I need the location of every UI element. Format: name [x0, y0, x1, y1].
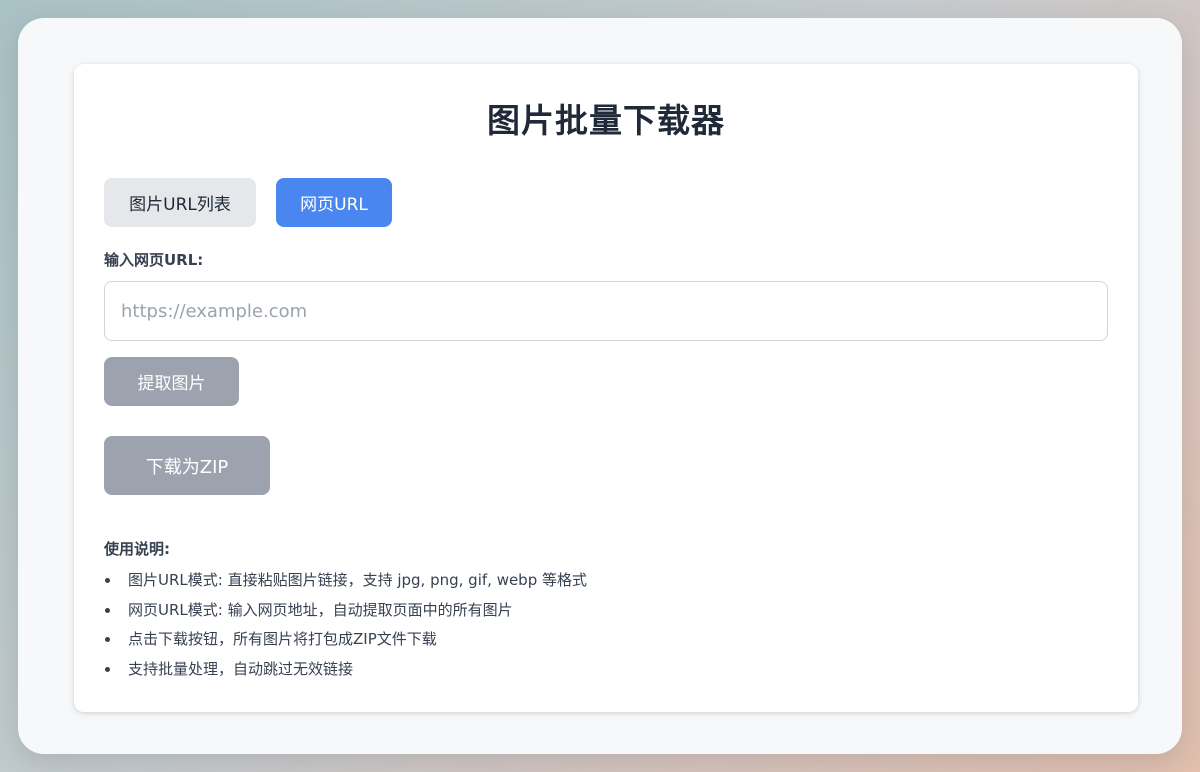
list-item: 图片URL模式: 直接粘贴图片链接，支持 jpg, png, gif, webp… — [104, 568, 587, 598]
main-card: 图片批量下载器 图片URL列表 网页URL 输入网页URL: 提取图片 下载为Z… — [74, 64, 1138, 712]
page-title: 图片批量下载器 — [487, 101, 725, 140]
list-item: 支持批量处理，自动跳过无效链接 — [104, 657, 587, 687]
list-item: 点击下载按钮，所有图片将打包成ZIP文件下载 — [104, 627, 587, 657]
download-zip-button[interactable]: 下载为ZIP — [104, 436, 270, 495]
tab-webpage-url[interactable]: 网页URL — [276, 178, 392, 227]
url-input-label: 输入网页URL: — [104, 251, 204, 269]
help-list: 图片URL模式: 直接粘贴图片链接，支持 jpg, png, gif, webp… — [104, 568, 587, 686]
tab-image-url-list[interactable]: 图片URL列表 — [104, 178, 256, 227]
window-frame: 图片批量下载器 图片URL列表 网页URL 输入网页URL: 提取图片 下载为Z… — [18, 18, 1182, 754]
webpage-url-input[interactable] — [104, 281, 1108, 341]
list-item: 网页URL模式: 输入网页地址，自动提取页面中的所有图片 — [104, 598, 587, 628]
help-title: 使用说明: — [104, 540, 170, 558]
extract-images-button[interactable]: 提取图片 — [104, 357, 239, 406]
